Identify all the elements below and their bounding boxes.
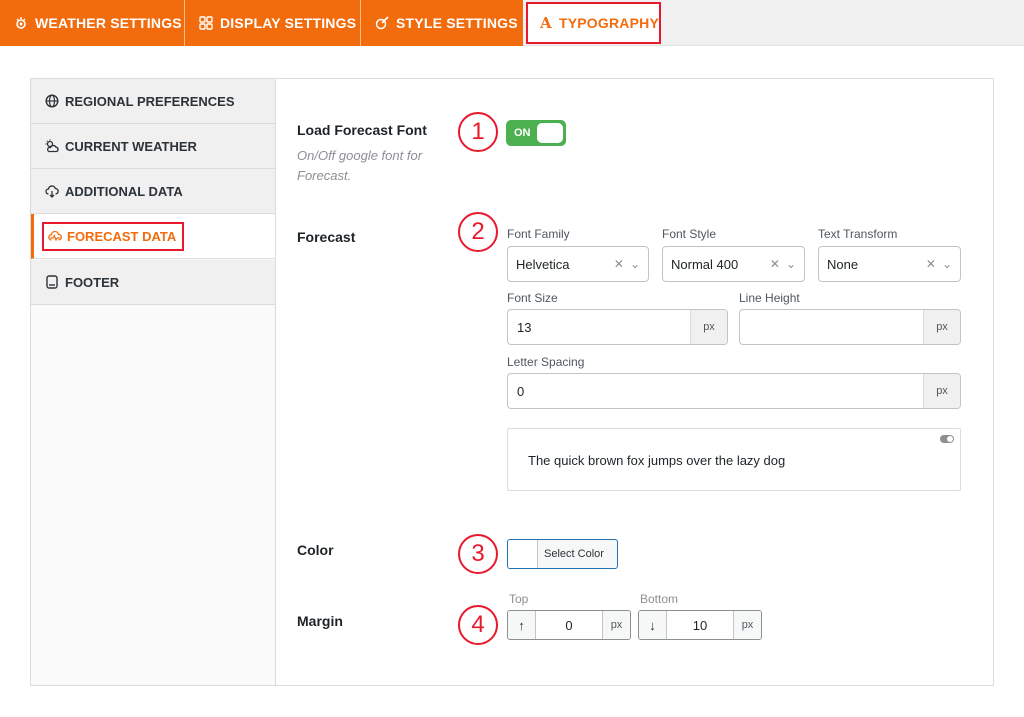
sidebar-item-footer[interactable]: FOOTER	[31, 260, 275, 305]
color-picker-button[interactable]: Select Color	[507, 539, 618, 569]
sidebar-item-label: FOOTER	[65, 274, 120, 290]
arrow-down-icon: ↓	[639, 611, 667, 639]
font-family-select[interactable]: Helvetica ✕ ⌄	[507, 246, 649, 282]
margin-bottom-input[interactable]: ↓ 10 px	[638, 610, 762, 640]
font-size-label: Font Size	[507, 291, 558, 305]
font-preview-text: The quick brown fox jumps over the lazy …	[528, 453, 786, 468]
letter-spacing-label: Letter Spacing	[507, 355, 585, 369]
globe-icon	[45, 94, 59, 108]
margin-top-unit: px	[602, 611, 630, 639]
clear-icon[interactable]: ✕	[614, 257, 624, 271]
callout-number-4: 4	[458, 605, 498, 645]
tab-weather-settings[interactable]: WEATHER SETTINGS	[0, 0, 185, 46]
font-style-select[interactable]: Normal 400 ✕ ⌄	[662, 246, 805, 282]
margin-label: Margin	[297, 613, 343, 629]
sidebar-item-additional-data[interactable]: ADDITIONAL DATA	[31, 169, 275, 214]
load-forecast-font-toggle[interactable]: ON	[506, 120, 566, 146]
load-forecast-font-label: Load Forecast Font	[297, 122, 427, 138]
font-size-unit: px	[690, 310, 727, 344]
top-tab-bar: WEATHER SETTINGS DISPLAY SETTINGS STYLE …	[0, 0, 1024, 46]
font-family-value: Helvetica	[516, 256, 570, 272]
brush-icon	[375, 16, 389, 30]
font-size-value: 13	[517, 320, 532, 335]
letter-spacing-unit: px	[923, 374, 960, 408]
toggle-knob	[537, 123, 563, 143]
color-swatch	[508, 540, 538, 568]
color-label: Color	[297, 542, 334, 558]
sun-cloud-icon	[45, 139, 59, 153]
sidebar-item-label: CURRENT WEATHER	[65, 138, 197, 154]
typography-icon: A	[540, 14, 552, 32]
weather-settings-icon	[14, 16, 28, 30]
margin-bottom-label: Bottom	[640, 592, 679, 606]
callout-number-2: 2	[458, 212, 498, 252]
font-style-value: Normal 400	[671, 256, 739, 272]
line-height-unit: px	[923, 310, 960, 344]
sidebar-item-label: REGIONAL PREFERENCES	[65, 93, 235, 109]
content-area: Load Forecast Font On/Off google font fo…	[277, 79, 993, 685]
select-color-label: Select Color	[544, 548, 604, 560]
sidebar-item-current-weather[interactable]: CURRENT WEATHER	[31, 124, 275, 169]
line-height-input[interactable]: px	[739, 309, 961, 345]
chevron-down-icon[interactable]: ⌄	[630, 257, 640, 271]
preview-background-toggle[interactable]	[940, 435, 954, 443]
load-forecast-font-description: On/Off google font for Forecast.	[297, 148, 423, 183]
tab-typography[interactable]: A TYPOGRAPHY	[526, 2, 661, 44]
clear-icon[interactable]: ✕	[770, 257, 780, 271]
chevron-down-icon[interactable]: ⌄	[942, 257, 952, 271]
font-style-label: Font Style	[662, 227, 717, 241]
tab-style-settings[interactable]: STYLE SETTINGS	[361, 0, 523, 46]
margin-top-value: 0	[565, 617, 573, 633]
font-preview-box: The quick brown fox jumps over the lazy …	[507, 428, 961, 491]
sidebar-item-label: ADDITIONAL DATA	[65, 183, 183, 199]
chevron-down-icon[interactable]: ⌄	[786, 257, 796, 271]
clear-icon[interactable]: ✕	[926, 257, 936, 271]
tab-label: WEATHER SETTINGS	[35, 15, 182, 31]
arrow-up-icon: ↑	[508, 611, 536, 639]
cloud-download-icon	[45, 184, 59, 198]
line-height-label: Line Height	[739, 291, 800, 305]
settings-panel: REGIONAL PREFERENCES CURRENT WEATHER ADD…	[30, 78, 994, 686]
callout-number-1: 1	[458, 112, 498, 152]
sidebar-item-forecast-data[interactable]: FORECAST DATA	[31, 214, 275, 259]
text-transform-label: Text Transform	[818, 227, 898, 241]
text-transform-select[interactable]: None ✕ ⌄	[818, 246, 961, 282]
margin-top-input[interactable]: ↑ 0 px	[507, 610, 631, 640]
sidebar: REGIONAL PREFERENCES CURRENT WEATHER ADD…	[31, 79, 276, 685]
tab-label: STYLE SETTINGS	[396, 15, 518, 31]
sidebar-item-label: FORECAST DATA	[67, 228, 177, 244]
font-size-input[interactable]: 13 px	[507, 309, 728, 345]
margin-top-label: Top	[509, 592, 529, 606]
margin-bottom-unit: px	[733, 611, 761, 639]
forecast-data-highlight: FORECAST DATA	[42, 221, 185, 251]
callout-number-3: 3	[458, 534, 498, 574]
grid-icon	[199, 16, 213, 30]
forecast-icon	[48, 229, 62, 243]
text-transform-value: None	[827, 256, 859, 272]
letter-spacing-input[interactable]: 0 px	[507, 373, 961, 409]
letter-spacing-value: 0	[517, 384, 525, 399]
footer-icon	[45, 275, 59, 289]
tab-display-settings[interactable]: DISPLAY SETTINGS	[185, 0, 361, 46]
tab-label: TYPOGRAPHY	[558, 15, 659, 31]
margin-bottom-value: 10	[692, 617, 708, 633]
tab-label: DISPLAY SETTINGS	[220, 15, 357, 31]
sidebar-item-regional-preferences[interactable]: REGIONAL PREFERENCES	[31, 79, 275, 124]
font-family-label: Font Family	[507, 227, 570, 241]
forecast-label: Forecast	[297, 229, 356, 245]
toggle-label: ON	[514, 127, 531, 139]
